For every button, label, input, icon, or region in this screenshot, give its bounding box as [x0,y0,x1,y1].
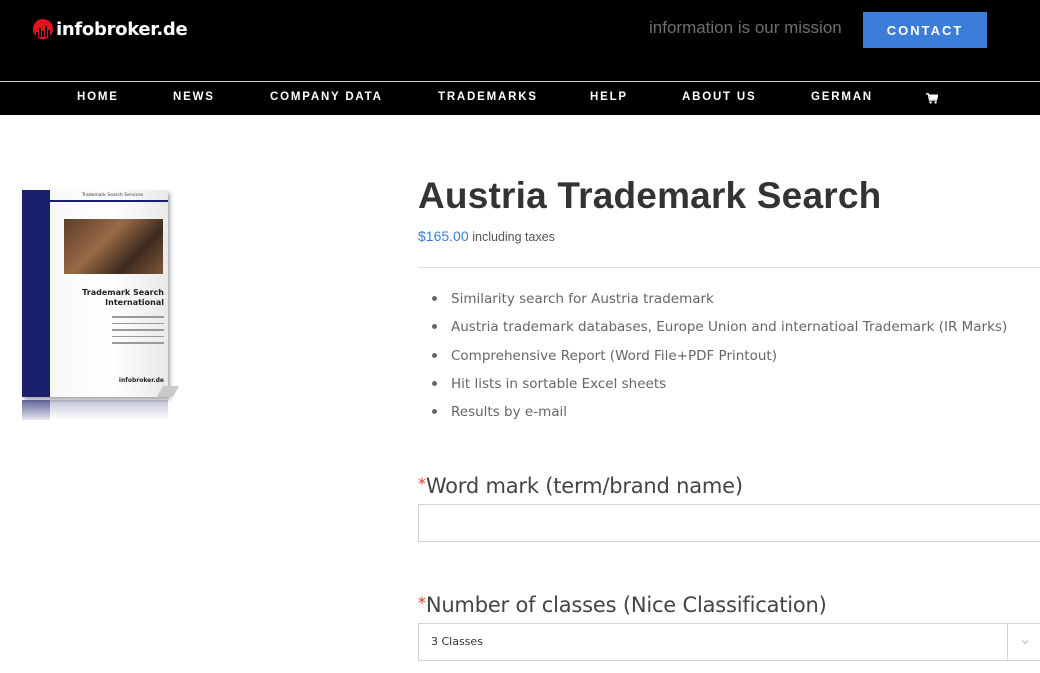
nav-item-company-data[interactable]: COMPANY DATA [270,82,383,115]
classes-select[interactable]: 3 Classes [418,623,1040,661]
required-marker: * [418,593,426,612]
classes-select-value: 3 Classes [431,635,483,648]
nav-item-home[interactable]: HOME [77,82,119,115]
site-header: infobroker.de information is our mission… [0,0,1040,81]
list-item: Hit lists in sortable Excel sheets [418,373,1040,401]
main-nav: HOME NEWS COMPANY DATA TRADEMARKS HELP A… [0,82,1040,115]
list-item: Comprehensive Report (Word File+PDF Prin… [418,345,1040,373]
shopping-cart-icon[interactable] [926,93,938,104]
cover-text-lines [112,316,164,349]
cover-title: Trademark Search International [82,288,164,307]
classes-label: *Number of classes (Nice Classification) [418,593,827,617]
product-price: $165.00 [418,228,469,244]
logo-icon [33,19,53,39]
cover-photo [64,219,163,274]
nav-item-news[interactable]: NEWS [173,82,215,115]
nav-item-german[interactable]: GERMAN [811,82,873,115]
cover-header: Trademark Search Services [82,193,144,198]
contact-button[interactable]: CONTACT [863,12,987,48]
chevron-down-icon[interactable] [1020,637,1030,647]
list-item: Austria trademark databases, Europe Unio… [418,316,1040,344]
content-divider [418,267,1040,268]
word-mark-input[interactable] [418,504,1040,542]
price-row: $165.00 including taxes [418,228,555,244]
price-suffix: including taxes [472,230,555,244]
product-title: Austria Trademark Search [418,175,882,216]
list-item: Similarity search for Austria trademark [418,288,1040,316]
site-logo[interactable]: infobroker.de [33,16,188,42]
cover-reflection [22,400,168,420]
cover-brand: infobroker.de [118,377,164,384]
nav-item-about-us[interactable]: ABOUT US [682,82,756,115]
logo-text: infobroker.de [56,18,188,40]
list-item: Results by e-mail [418,401,1040,429]
site-tagline: information is our mission [649,18,842,37]
nav-item-help[interactable]: HELP [590,82,628,115]
report-cover: Trademark Search Services Trademark Sear… [22,190,168,397]
word-mark-label: *Word mark (term/brand name) [418,474,743,498]
product-image[interactable]: Trademark Search Services Trademark Sear… [20,190,180,420]
required-marker: * [418,474,426,493]
nav-item-trademarks[interactable]: TRADEMARKS [438,82,538,115]
feature-list: Similarity search for Austria trademark … [418,288,1040,429]
